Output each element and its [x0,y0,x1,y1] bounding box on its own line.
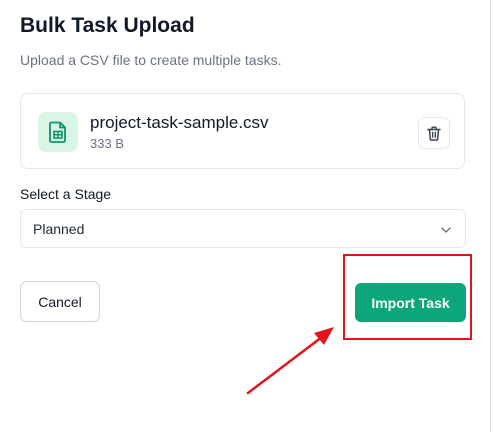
dialog-subtitle: Upload a CSV file to create multiple tas… [20,52,282,68]
delete-file-button[interactable] [418,117,450,149]
stage-selected-value: Planned [33,221,85,237]
uploaded-file-card: project-task-sample.csv 333 B [20,93,465,169]
csv-file-icon [38,112,78,152]
stage-select[interactable]: Planned [20,209,466,248]
cancel-button[interactable]: Cancel [20,281,100,322]
stage-label: Select a Stage [20,186,112,202]
file-size: 333 B [90,136,124,151]
chevron-down-icon [441,227,451,233]
dialog-edge [490,0,491,432]
import-task-button[interactable]: Import Task [355,283,466,322]
bulk-task-upload-dialog: Bulk Task Upload Upload a CSV file to cr… [0,0,493,432]
file-name: project-task-sample.csv [90,113,269,132]
trash-icon [427,126,441,141]
dialog-title: Bulk Task Upload [20,14,195,37]
